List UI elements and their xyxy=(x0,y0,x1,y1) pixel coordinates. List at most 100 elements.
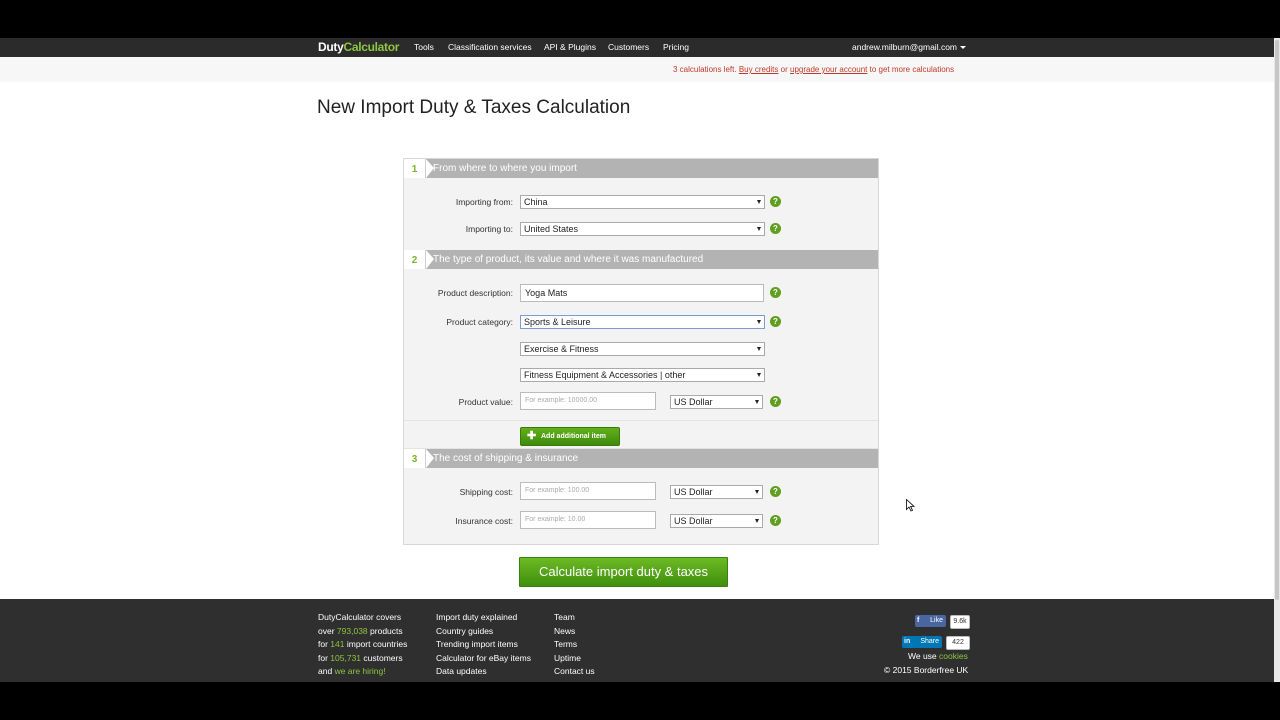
linkedin-share-count: 422 xyxy=(946,636,970,650)
footer-text: over xyxy=(318,625,335,636)
footer-about-line-2: over 793,038 products xyxy=(318,625,407,639)
add-item-label: Add additional item xyxy=(541,433,606,440)
footer-text: for xyxy=(318,652,328,663)
section-1-header: 1 From where to where you import xyxy=(404,159,878,178)
footer-link-import-duty-explained[interactable]: Import duty explained xyxy=(436,611,531,625)
upgrade-account-link[interactable]: upgrade your account xyxy=(790,65,867,74)
footer-text: import countries xyxy=(346,639,408,649)
footer-link-country-guides[interactable]: Country guides xyxy=(436,625,531,639)
nav-item-pricing[interactable]: Pricing xyxy=(663,42,689,53)
product-category-select[interactable]: Sports & Leisure xyxy=(520,315,765,329)
section-1-number: 1 xyxy=(404,159,434,178)
product-value-currency-value: US Dollar xyxy=(674,397,713,407)
dropdown-arrow-icon xyxy=(757,373,761,377)
dropdown-arrow-icon xyxy=(755,519,759,523)
section-1-title: From where to where you import xyxy=(433,163,577,174)
linkedin-icon: in xyxy=(904,638,911,645)
page-title: New Import Duty & Taxes Calculation xyxy=(317,97,631,118)
insurance-cost-currency-select[interactable]: US Dollar xyxy=(670,514,763,528)
divider xyxy=(404,420,878,421)
footer-text: products xyxy=(370,625,403,636)
scrollbar[interactable] xyxy=(1274,38,1280,682)
dropdown-arrow-icon xyxy=(755,490,759,494)
footer-link-contact-us[interactable]: Contact us xyxy=(554,665,595,679)
notice-prefix: 3 calculations left. xyxy=(673,65,737,74)
footer-text: for xyxy=(318,639,328,649)
footer-link-uptime[interactable]: Uptime xyxy=(554,652,595,666)
calculation-form: 1 From where to where you import Importi… xyxy=(403,158,879,545)
help-icon[interactable]: ? xyxy=(770,196,781,207)
importing-from-select[interactable]: China xyxy=(520,195,765,209)
section-3-title: The cost of shipping & insurance xyxy=(433,453,579,464)
countries-count: 141 xyxy=(330,639,345,649)
logo-part-calculator: Calculator xyxy=(343,40,400,54)
footer-link-trending-import-items[interactable]: Trending import items xyxy=(436,638,531,652)
logo-part-duty: Duty xyxy=(318,40,344,54)
section-3-number: 3 xyxy=(404,449,434,468)
nav-item-classification-services[interactable]: Classification services xyxy=(448,42,532,53)
help-icon[interactable]: ? xyxy=(770,396,781,407)
footer-links-col-1: Import duty explained Country guides Tre… xyxy=(436,611,531,679)
add-additional-item-button[interactable]: ✚ Add additional item xyxy=(520,427,620,446)
site-logo[interactable]: DutyCalculator xyxy=(318,40,399,55)
linkedin-share-button[interactable]: in Share xyxy=(902,636,942,648)
help-icon[interactable]: ? xyxy=(770,515,781,526)
importing-to-label: Importing to: xyxy=(465,224,513,234)
insurance-cost-input[interactable]: For example: 10.00 xyxy=(520,511,656,529)
footer-about: DutyCalculator covers over 793,038 produ… xyxy=(318,611,407,679)
scrollbar-thumb[interactable] xyxy=(1275,40,1279,600)
footer-link-team[interactable]: Team xyxy=(554,611,595,625)
importing-to-select[interactable]: United States xyxy=(520,222,765,236)
help-icon[interactable]: ? xyxy=(770,287,781,298)
importing-to-value: United States xyxy=(524,224,579,234)
cookies-note: We use cookies xyxy=(908,651,968,662)
dropdown-arrow-icon xyxy=(757,227,761,231)
subcategory-select[interactable]: Exercise & Fitness xyxy=(520,342,765,356)
subsubcategory-select[interactable]: Fitness Equipment & Accessories | other xyxy=(520,368,765,382)
facebook-icon: f xyxy=(917,617,920,624)
dropdown-arrow-icon xyxy=(755,400,759,404)
footer-about-line-5: and we are hiring! xyxy=(318,665,407,679)
help-icon[interactable]: ? xyxy=(770,486,781,497)
footer-link-ebay-calculator[interactable]: Calculator for eBay items xyxy=(436,652,531,666)
user-email: andrew.milburn@gmail.com xyxy=(852,42,958,52)
hiring-link[interactable]: we are hiring! xyxy=(335,666,386,676)
product-value-input[interactable]: For example: 10000.00 xyxy=(520,392,656,410)
subsubcategory-value: Fitness Equipment & Accessories | other xyxy=(524,370,686,380)
footer: DutyCalculator covers over 793,038 produ… xyxy=(0,599,1274,682)
nav-item-api-plugins[interactable]: API & Plugins xyxy=(544,42,596,53)
footer-text: customers xyxy=(363,652,403,663)
nav-item-tools[interactable]: Tools xyxy=(414,42,434,53)
footer-text: and xyxy=(318,666,333,676)
caret-down-icon xyxy=(960,46,967,50)
notice-suffix: to get more calculations xyxy=(869,65,955,74)
product-description-label: Product description: xyxy=(437,288,513,298)
product-value-currency-select[interactable]: US Dollar xyxy=(670,395,763,409)
section-2-number: 2 xyxy=(404,250,434,269)
cookies-link[interactable]: cookies xyxy=(939,651,968,661)
facebook-like-button[interactable]: f Like xyxy=(915,615,946,627)
shipping-cost-currency-select[interactable]: US Dollar xyxy=(670,485,763,499)
footer-about-line-4: for 105,731 customers xyxy=(318,652,407,666)
help-icon[interactable]: ? xyxy=(770,223,781,234)
insurance-cost-currency-value: US Dollar xyxy=(674,516,713,526)
calculate-button[interactable]: Calculate import duty & taxes xyxy=(519,557,728,587)
nav-item-customers[interactable]: Customers xyxy=(608,42,649,53)
section-2-title: The type of product, its value and where… xyxy=(433,254,704,265)
product-category-label: Product category: xyxy=(446,317,513,327)
credits-notice: 3 calculations left. Buy credits or upgr… xyxy=(673,65,954,75)
product-value-label: Product value: xyxy=(458,397,513,407)
buy-credits-link[interactable]: Buy credits xyxy=(739,65,779,74)
linkedin-share-label: Share xyxy=(920,638,939,645)
help-icon[interactable]: ? xyxy=(770,316,781,327)
section-2-header: 2 The type of product, its value and whe… xyxy=(404,250,878,269)
shipping-cost-input[interactable]: For example: 100.00 xyxy=(520,482,656,500)
footer-link-data-updates[interactable]: Data updates xyxy=(436,665,531,679)
subcategory-value: Exercise & Fitness xyxy=(524,344,599,354)
footer-link-terms[interactable]: Terms xyxy=(554,638,595,652)
product-description-input[interactable]: Yoga Mats xyxy=(520,284,764,302)
user-account-menu[interactable]: andrew.milburn@gmail.com xyxy=(852,42,967,53)
footer-link-news[interactable]: News xyxy=(554,625,595,639)
importing-from-value: China xyxy=(524,197,548,207)
footer-links-col-2: Team News Terms Uptime Contact us xyxy=(554,611,595,679)
